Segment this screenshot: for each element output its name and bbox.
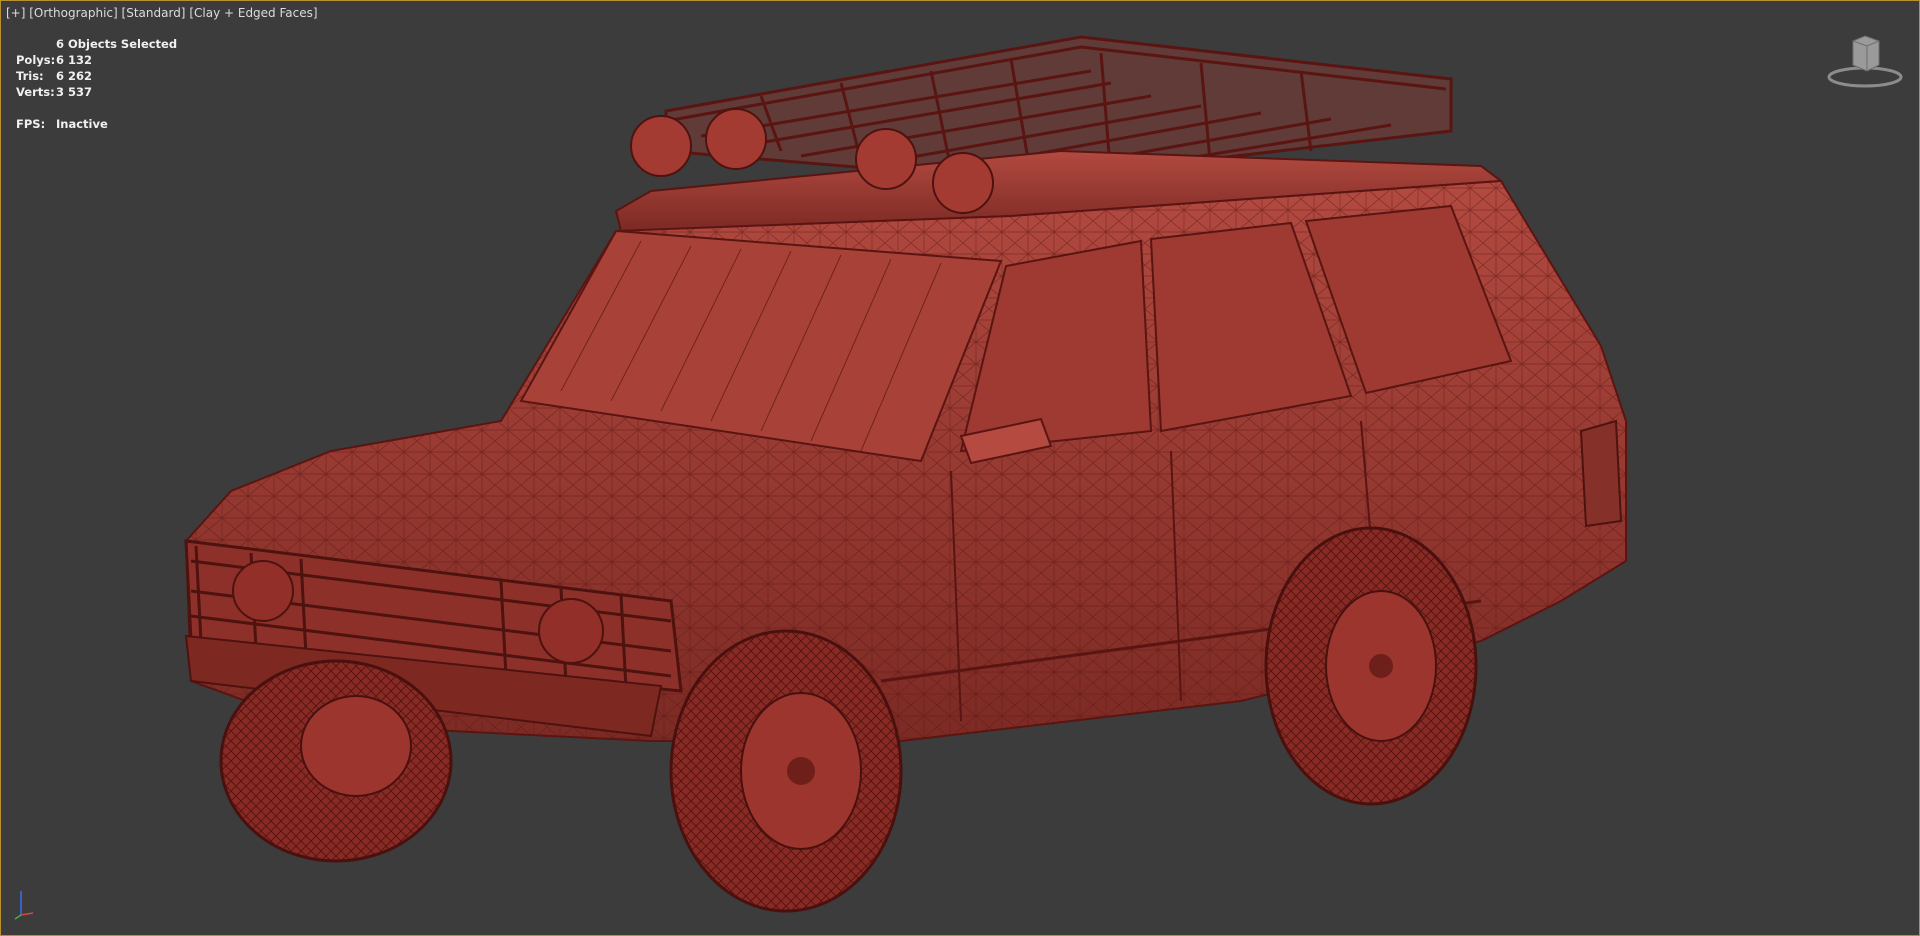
- vehicle-model[interactable]: [1, 1, 1919, 935]
- stats-overlay: 6 Objects Selected Polys: 6 132 Tris: 6 …: [16, 36, 177, 132]
- viewport[interactable]: [+] [Orthographic] [Standard] [Clay + Ed…: [0, 0, 1920, 936]
- stat-verts: Verts: 3 537: [16, 84, 177, 100]
- viewcube-icon[interactable]: [1825, 31, 1905, 91]
- stat-label: Polys:: [16, 53, 56, 67]
- wheel-front-right: [669, 629, 903, 913]
- tail-light: [1579, 419, 1623, 528]
- stat-tris: Tris: 6 262: [16, 68, 177, 84]
- stat-label: FPS:: [16, 117, 46, 131]
- stat-value: 6 262: [56, 69, 93, 83]
- axis-tripod-icon: [14, 891, 34, 920]
- stat-value: Inactive: [56, 117, 108, 131]
- stat-value: 6 132: [56, 53, 93, 67]
- viewport-label: [+] [Orthographic] [Standard] [Clay + Ed…: [6, 6, 318, 20]
- stat-polys: Polys: 6 132: [16, 52, 177, 68]
- viewport-menu-plus[interactable]: [+]: [6, 6, 25, 20]
- stat-value: 3 537: [56, 85, 93, 99]
- viewport-menu-shading-mode[interactable]: [Clay + Edged Faces]: [189, 6, 317, 20]
- wheel-front-left: [219, 659, 453, 863]
- viewport-menu-shading-standard[interactable]: [Standard]: [122, 6, 186, 20]
- viewport-menu-view[interactable]: [Orthographic]: [29, 6, 117, 20]
- selection-count: 6 Objects Selected: [56, 37, 178, 51]
- stat-fps: FPS: Inactive: [16, 116, 177, 132]
- headlight-right: [538, 598, 604, 664]
- stat-label: Tris:: [16, 69, 44, 83]
- wheel-rear-right: [1264, 526, 1478, 806]
- headlight-left: [232, 560, 294, 622]
- stat-label: Verts:: [16, 85, 55, 99]
